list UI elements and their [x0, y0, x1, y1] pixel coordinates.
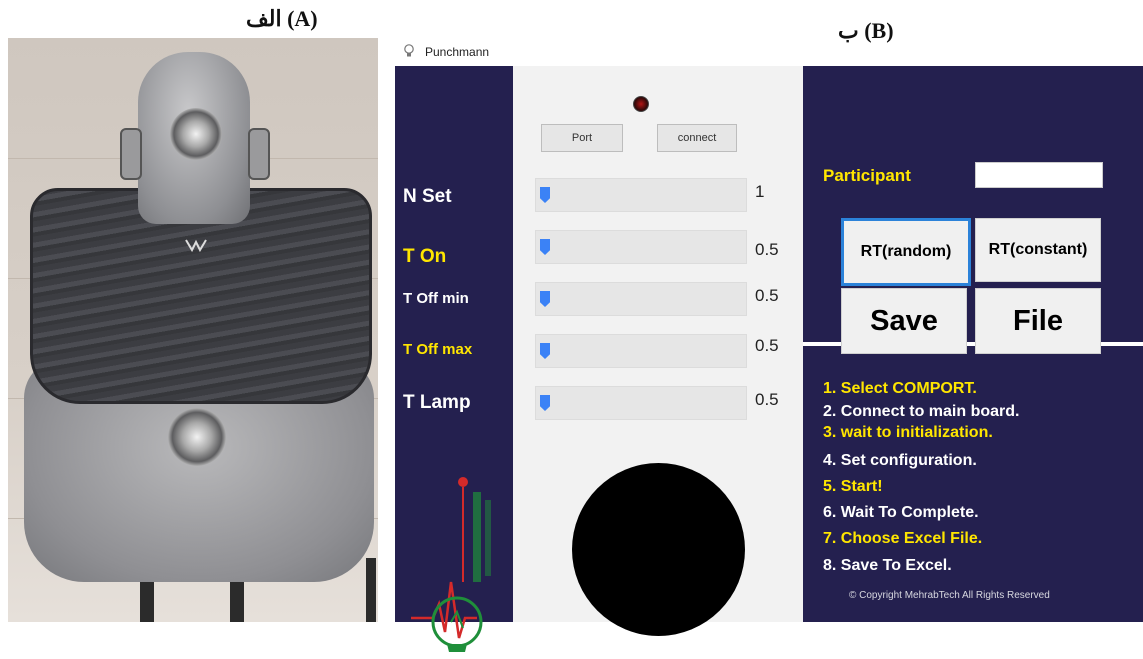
panel-a-label: الف (A) — [246, 6, 318, 31]
t-on-value: 0.5 — [755, 240, 779, 259]
instruction-item: 7. Choose Excel File. — [823, 530, 983, 547]
window-title: Punchmann — [425, 45, 490, 59]
title-bar: Punchmann — [395, 38, 809, 66]
copyright-text: © Copyright MehrabTech All Rights Reserv… — [849, 590, 1050, 601]
n-set-slider[interactable] — [535, 178, 747, 212]
rt-constant-button[interactable]: RT(constant) — [975, 218, 1101, 282]
port-button[interactable]: Port — [541, 124, 623, 152]
param-label-t-on: T On — [403, 246, 447, 267]
slider-thumb[interactable] — [540, 291, 550, 307]
instruction-item: 1. Select COMPORT. — [823, 380, 977, 397]
t-lamp-slider[interactable] — [535, 386, 747, 420]
torso-sensor-disc — [168, 408, 226, 466]
left-ear-sensor — [120, 128, 142, 180]
slider-thumb[interactable] — [540, 343, 550, 359]
app-window: Punchmann Port connect N Set 1 T On 0.5 … — [395, 38, 1143, 652]
instruction-item: 2. Connect to main board. — [823, 403, 1020, 420]
instruction-item: 8. Save To Excel. — [823, 557, 952, 574]
mannequin-photo — [8, 38, 378, 622]
lamp-indicator — [572, 463, 745, 636]
mehrab-logo-icon — [407, 472, 505, 654]
lightbulb-icon — [403, 44, 415, 58]
param-label-t-lamp: T Lamp — [403, 392, 471, 413]
save-button[interactable]: Save — [841, 288, 967, 354]
head-sensor-disc — [170, 108, 222, 160]
rt-random-button[interactable]: RT(random) — [841, 218, 971, 286]
participant-label: Participant — [823, 166, 911, 185]
participant-input[interactable] — [975, 162, 1103, 188]
t-off-max-value: 0.5 — [755, 336, 779, 355]
t-on-slider[interactable] — [535, 230, 747, 264]
file-button[interactable]: File — [975, 288, 1101, 354]
instruction-item: 3. wait to initialization. — [823, 424, 993, 441]
instruction-item: 5. Start! — [823, 478, 883, 495]
t-off-min-value: 0.5 — [755, 286, 779, 305]
slider-thumb[interactable] — [540, 239, 550, 255]
right-ear-sensor — [248, 128, 270, 180]
param-label-t-off-min: T Off min — [403, 290, 469, 307]
n-set-value: 1 — [755, 182, 765, 201]
param-label-n-set: N Set — [403, 186, 452, 207]
instruction-item: 6. Wait To Complete. — [823, 504, 979, 521]
t-lamp-value: 0.5 — [755, 390, 779, 409]
vest-logo-icon — [184, 236, 208, 260]
instruction-item: 4. Set configuration. — [823, 452, 977, 469]
t-off-min-slider[interactable] — [535, 282, 747, 316]
status-led — [633, 96, 649, 112]
connect-button[interactable]: connect — [657, 124, 737, 152]
slider-thumb[interactable] — [540, 395, 550, 411]
slider-thumb[interactable] — [540, 187, 550, 203]
param-label-t-off-max: T Off max — [403, 341, 473, 358]
t-off-max-slider[interactable] — [535, 334, 747, 368]
